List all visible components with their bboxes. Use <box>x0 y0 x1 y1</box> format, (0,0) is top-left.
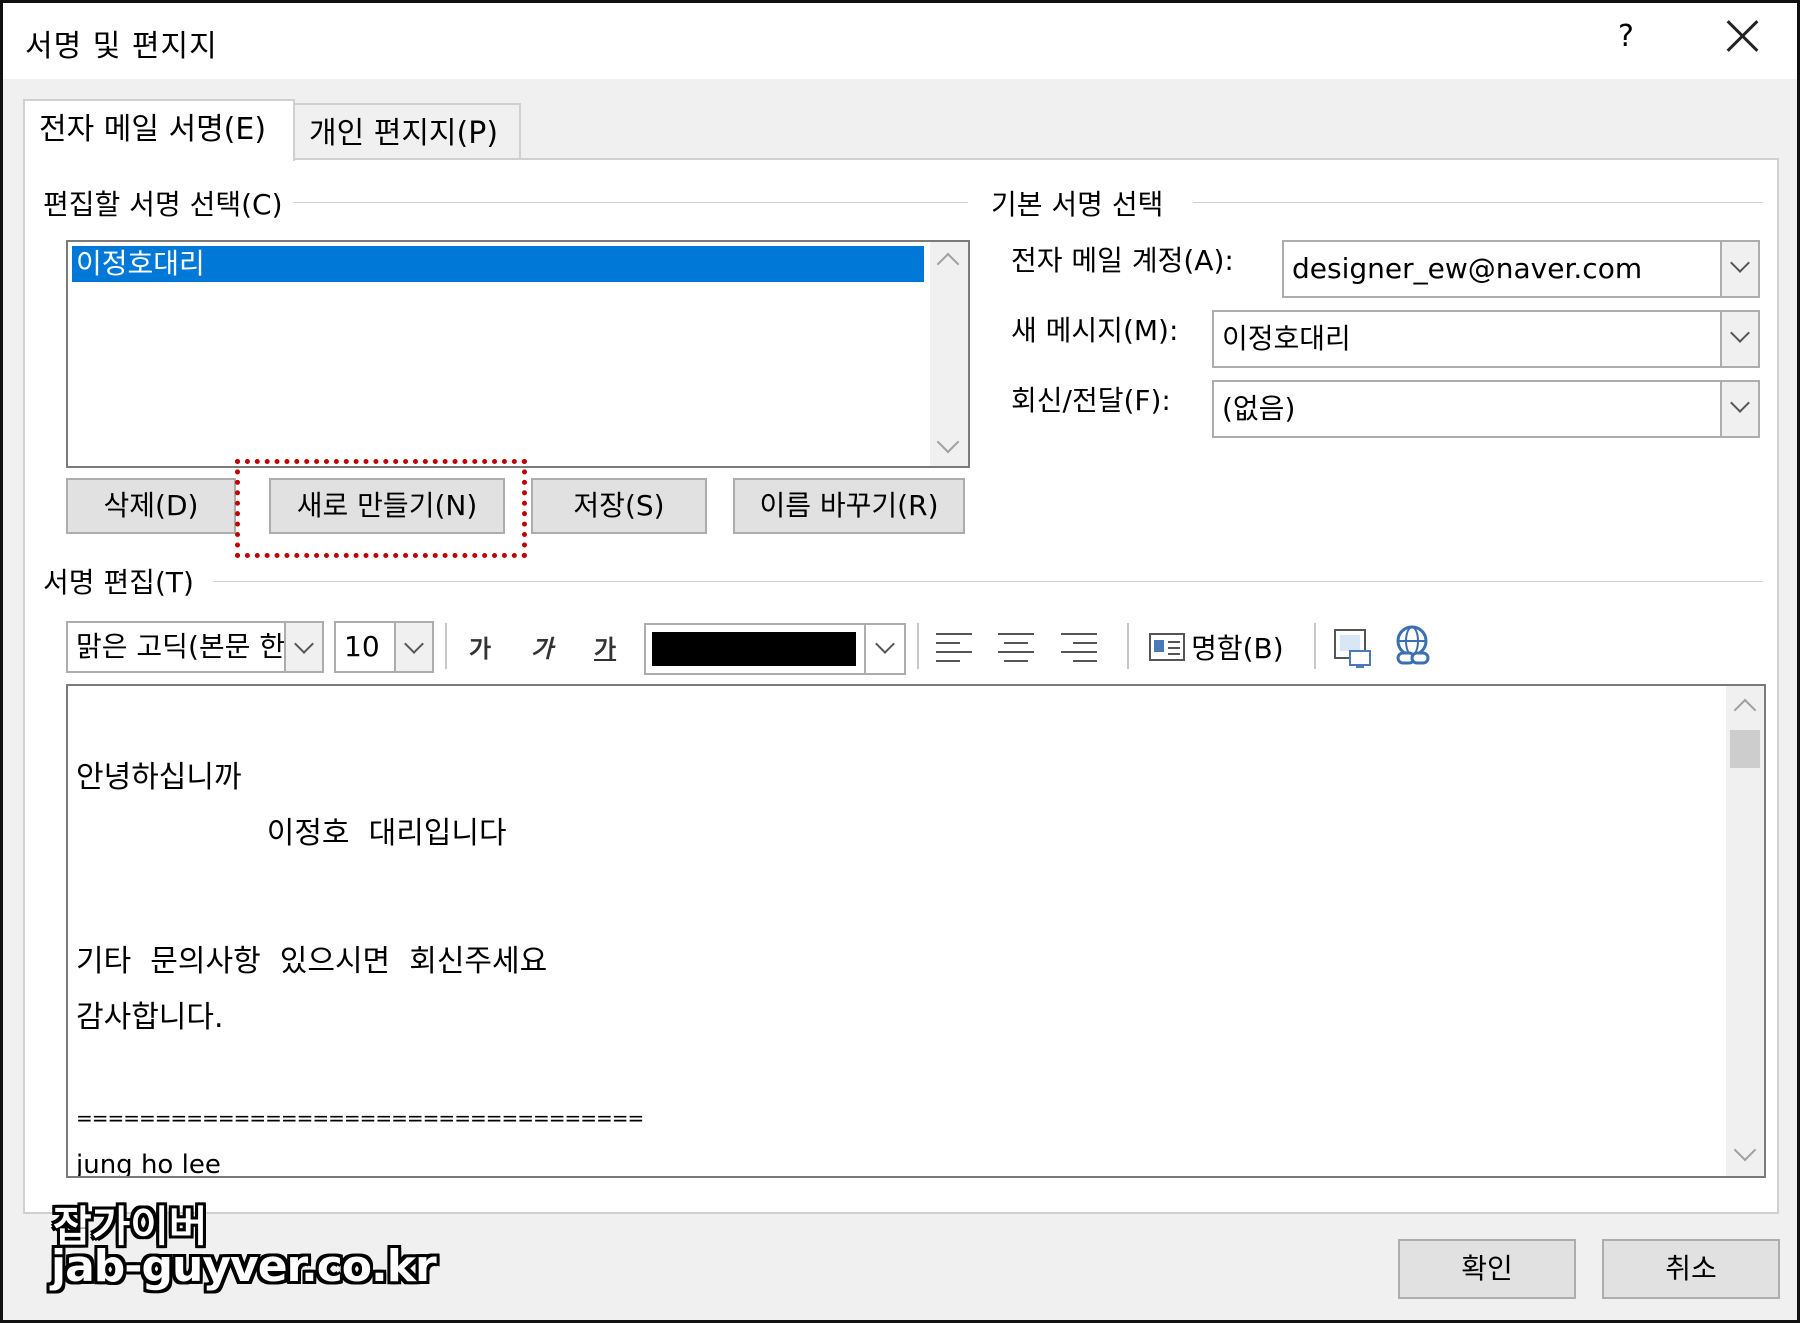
save-button[interactable]: 저장(S) <box>531 478 707 534</box>
tab-personal-stationery[interactable]: 개인 편지지(P) <box>295 103 521 161</box>
scroll-up-icon[interactable] <box>936 252 960 276</box>
title-bar: 서명 및 편지지 ? <box>3 3 1797 79</box>
hyperlink-icon[interactable] <box>1392 623 1436 669</box>
toolbar-separator <box>917 623 919 669</box>
scroll-down-icon[interactable] <box>1733 1138 1757 1162</box>
ok-button[interactable]: 확인 <box>1398 1239 1576 1299</box>
new-message-label: 새 메시지(M): <box>1011 314 1179 347</box>
editor-line: 이정호 대리입니다 <box>76 816 507 851</box>
list-item[interactable]: 이정호대리 <box>72 246 924 282</box>
business-card-button[interactable]: 명함(B) <box>1148 627 1284 667</box>
divider <box>283 202 968 203</box>
align-right-icon[interactable] <box>1061 631 1097 662</box>
delete-button[interactable]: 삭제(D) <box>66 478 236 534</box>
signature-listbox[interactable]: 이정호대리 <box>66 240 970 468</box>
rename-button[interactable]: 이름 바꾸기(R) <box>733 478 965 534</box>
dialog-window: 서명 및 편지지 ? 전자 메일 서명(E) 개인 편지지(P) 편집할 서명 … <box>0 0 1800 1323</box>
reply-value: (없음) <box>1222 392 1296 425</box>
font-size-value: 10 <box>344 630 380 663</box>
chevron-down-icon[interactable] <box>284 623 322 671</box>
insert-picture-icon[interactable] <box>1332 625 1374 669</box>
scroll-down-icon[interactable] <box>936 430 960 454</box>
color-swatch <box>652 632 856 666</box>
underline-button[interactable]: 가 <box>594 629 616 664</box>
align-left-icon[interactable] <box>936 631 972 662</box>
chevron-down-icon[interactable] <box>1720 382 1758 436</box>
editor-line: ==================================== <box>76 1106 644 1130</box>
chevron-down-icon[interactable] <box>1720 312 1758 366</box>
watermark-line2: jab-guyver.co.kr <box>51 1241 437 1292</box>
divider <box>1193 202 1763 203</box>
signature-select-label: 편집할 서명 선택(C) <box>43 183 293 223</box>
toolbar-separator <box>1314 623 1316 669</box>
cancel-button[interactable]: 취소 <box>1602 1239 1780 1299</box>
divider <box>213 581 1763 582</box>
chevron-down-icon[interactable] <box>394 623 432 671</box>
editor-line: 감사합니다. <box>76 1000 224 1035</box>
help-button[interactable]: ? <box>1618 19 1634 54</box>
editor-line: 안녕하십니까 <box>76 760 242 795</box>
new-message-select[interactable]: 이정호대리 <box>1212 310 1760 368</box>
align-center-icon[interactable] <box>998 631 1034 662</box>
bold-button[interactable]: 가 <box>469 629 491 664</box>
account-value: designer_ew@naver.com <box>1292 252 1643 285</box>
business-card-icon <box>1149 633 1185 661</box>
font-select[interactable]: 맑은 고딕(본문 한 <box>66 621 324 673</box>
signature-editor[interactable]: 안녕하십니까 이정호 대리입니다 기타 문의사항 있으시면 회신주세요 감사합니… <box>66 684 1766 1178</box>
editor-line: jung ho lee <box>76 1150 221 1178</box>
window-title: 서명 및 편지지 <box>25 29 218 64</box>
highlight-box <box>235 459 527 558</box>
reply-label: 회신/전달(F): <box>1011 384 1171 417</box>
font-value: 맑은 고딕(본문 한 <box>76 630 286 663</box>
font-color-select[interactable] <box>644 623 906 675</box>
close-icon[interactable] <box>1721 15 1763 57</box>
edit-signature-label: 서명 편집(T) <box>43 561 204 601</box>
list-scrollbar[interactable] <box>930 242 968 466</box>
font-size-select[interactable]: 10 <box>334 621 434 673</box>
editor-scrollbar[interactable] <box>1726 686 1764 1176</box>
italic-button[interactable]: 가 <box>531 629 553 664</box>
scroll-up-icon[interactable] <box>1733 698 1757 722</box>
tab-email-signature[interactable]: 전자 메일 서명(E) <box>23 99 295 161</box>
toolbar-separator <box>1127 623 1129 669</box>
account-label: 전자 메일 계정(A): <box>1011 244 1234 277</box>
account-select[interactable]: designer_ew@naver.com <box>1282 240 1760 298</box>
toolbar-separator <box>445 623 447 669</box>
reply-select[interactable]: (없음) <box>1212 380 1760 438</box>
scroll-thumb[interactable] <box>1730 730 1760 768</box>
new-message-value: 이정호대리 <box>1222 322 1351 355</box>
editor-line: 기타 문의사항 있으시면 회신주세요 <box>76 944 548 979</box>
chevron-down-icon[interactable] <box>864 625 904 673</box>
chevron-down-icon[interactable] <box>1720 242 1758 296</box>
default-signature-label: 기본 서명 선택 <box>991 183 1174 223</box>
business-card-label: 명함(B) <box>1191 632 1284 665</box>
